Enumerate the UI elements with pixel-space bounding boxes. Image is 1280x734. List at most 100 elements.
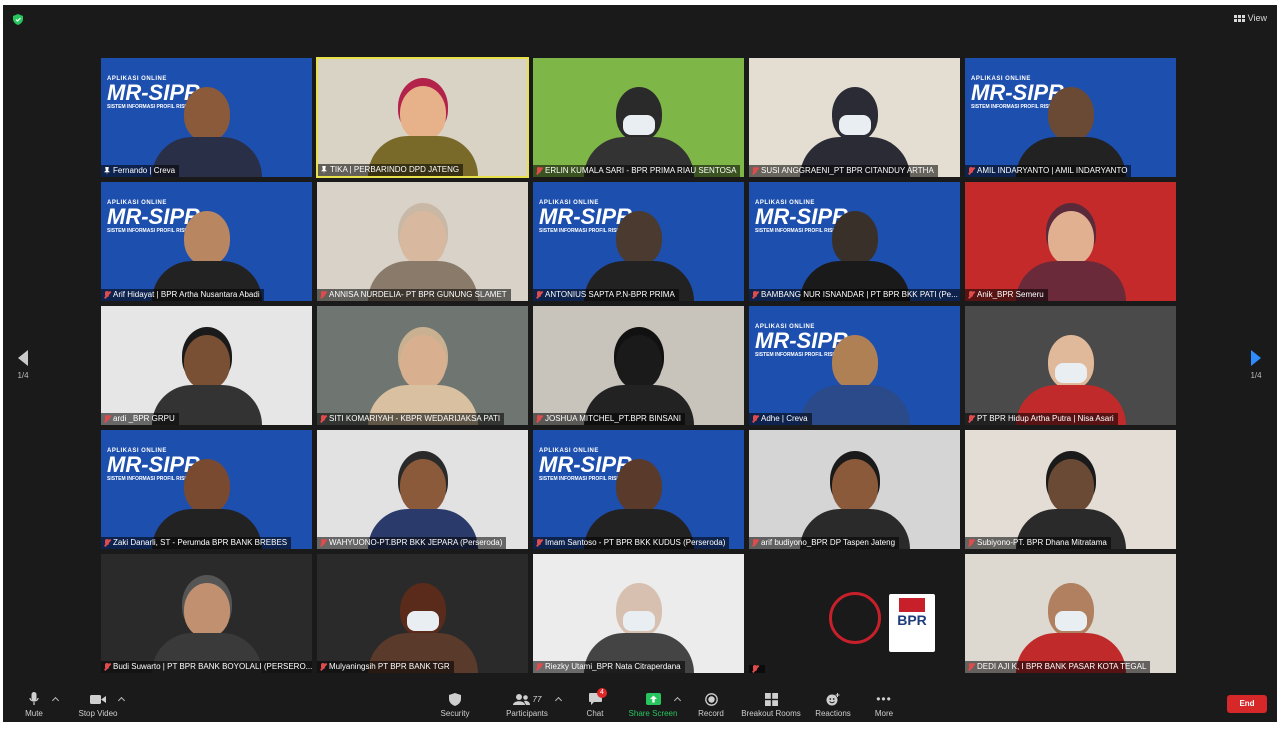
participant-video-tile[interactable]: APLIKASI ONLINE MR-SIPRo SISTEM INFORMASI … — [748, 181, 961, 302]
participant-video-tile[interactable]: APLIKASI ONLINE MR-SIPRo SISTEM INFORMASI … — [100, 429, 313, 550]
participant-video-tile[interactable]: APLIKASI ONLINE MR-SIPRo SISTEM INFORMASI … — [532, 429, 745, 550]
participant-name: JOSHUA MITCHEL_PT.BPR BINSANI — [545, 414, 682, 423]
mic-off-icon — [968, 539, 974, 547]
participant-name-label: Arif Hidayat | BPR Artha Nusantara Abadi — [101, 289, 264, 301]
participant-video-tile[interactable]: BPR — [748, 553, 961, 674]
participant-figure — [799, 211, 910, 301]
participant-name: Adhe | Creva — [761, 414, 808, 423]
participant-name-label: SITI KOMARIYAH - KBPR WEDARIJAKSA PATI — [317, 413, 505, 425]
participant-name: SITI KOMARIYAH - KBPR WEDARIJAKSA PATI — [329, 414, 501, 423]
participant-figure — [1015, 583, 1126, 673]
face-mask — [1054, 363, 1087, 383]
chat-label: Chat — [586, 709, 604, 718]
participant-name: Imam Santoso - PT BPR BKK KUDUS (Persero… — [545, 538, 726, 547]
bpr-logo-text: BPR — [897, 612, 927, 628]
end-meeting-button[interactable]: End — [1227, 695, 1267, 713]
participants-options-caret[interactable] — [554, 696, 563, 705]
chat-button[interactable]: 4 Chat — [579, 688, 611, 718]
participant-video-tile[interactable]: Anik_BPR Semeru — [964, 181, 1177, 302]
participant-video-tile[interactable]: APLIKASI ONLINE MR-SIPRo SISTEM INFORMASI … — [100, 57, 313, 178]
participant-head — [615, 459, 662, 513]
participant-name: Subiyono-PT. BPR Dhana Mitratama — [977, 538, 1107, 547]
view-label: View — [1247, 13, 1267, 23]
page-indicator-right: 1/4 — [1250, 371, 1262, 380]
participant-head — [615, 211, 662, 265]
participant-name-label: BAMBANG NUR ISNANDAR | PT BPR BKK PATI (… — [749, 289, 960, 301]
participant-name: Zaki Danarli, ST - Perumda BPR BANK BREB… — [113, 538, 288, 547]
participant-video-tile[interactable]: ANNISA NURDELIA- PT BPR GUNUNG SLAMET — [316, 181, 529, 302]
mute-label: Mute — [25, 709, 43, 718]
record-button[interactable]: Record — [693, 691, 729, 718]
participant-video-tile[interactable]: Budi Suwarto | PT BPR BANK BOYOLALI (PER… — [100, 553, 313, 674]
participant-head — [183, 583, 230, 637]
participant-name: SUSI ANGGRAENI_PT BPR CITANDUY ARTHA — [761, 166, 934, 175]
participant-video-tile[interactable]: ERLIN KUMALA SARI - BPR PRIMA RIAU SENTO… — [532, 57, 745, 178]
previous-page-button[interactable]: 1/4 — [10, 350, 36, 380]
mic-off-icon — [104, 415, 110, 423]
reactions-button[interactable]: Reactions — [811, 691, 855, 718]
next-page-button[interactable]: 1/4 — [1243, 350, 1269, 380]
more-button[interactable]: ••• More — [869, 691, 899, 718]
mic-off-icon — [752, 415, 758, 423]
participant-figure — [367, 86, 478, 176]
participant-video-tile[interactable]: APLIKASI ONLINE MR-SIPRo SISTEM INFORMASI … — [964, 57, 1177, 178]
participant-name: PT BPR Hidup Artha Putra | Nisa Asari — [977, 414, 1114, 423]
participant-video-tile[interactable]: TIKA | PERBARINDO DPD JATENG — [316, 57, 529, 178]
participant-figure — [799, 87, 910, 177]
participant-name-label: ardi _BPR GRPU — [101, 413, 179, 425]
participant-figure — [799, 459, 910, 549]
participant-name-label: SUSI ANGGRAENI_PT BPR CITANDUY ARTHA — [749, 165, 938, 177]
breakout-rooms-button[interactable]: Breakout Rooms — [739, 691, 803, 718]
participant-head — [1047, 459, 1094, 513]
participant-video-tile[interactable]: JOSHUA MITCHEL_PT.BPR BINSANI — [532, 305, 745, 426]
mute-options-caret[interactable] — [51, 696, 60, 705]
pin-icon — [321, 166, 327, 174]
participant-body — [799, 385, 910, 425]
participant-video-tile[interactable]: DEDI AJI K, I BPR BANK PASAR KOTA TEGAL — [964, 553, 1177, 674]
participant-figure — [367, 335, 478, 425]
view-button[interactable]: View — [1233, 13, 1267, 23]
face-mask — [1054, 611, 1087, 631]
mic-off-icon — [536, 291, 542, 299]
participant-name-label: Zaki Danarli, ST - Perumda BPR BANK BREB… — [101, 537, 292, 549]
participant-name-label: ERLIN KUMALA SARI - BPR PRIMA RIAU SENTO… — [533, 165, 741, 177]
participant-name: arif budiyono_BPR DP Taspen Jateng — [761, 538, 896, 547]
mute-button[interactable]: Mute — [17, 691, 51, 718]
participant-figure — [583, 459, 694, 549]
participant-video-tile[interactable]: APLIKASI ONLINE MR-SIPRo SISTEM INFORMASI … — [748, 305, 961, 426]
participant-figure — [151, 335, 262, 425]
mic-off-icon — [752, 167, 758, 175]
mic-off-icon — [752, 539, 758, 547]
participant-video-tile[interactable]: SITI KOMARIYAH - KBPR WEDARIJAKSA PATI — [316, 305, 529, 426]
participant-video-tile[interactable]: WAHYUONO-PT.BPR BKK JEPARA (Perseroda) — [316, 429, 529, 550]
participant-video-tile[interactable]: Mulyaningsih PT BPR BANK TGR — [316, 553, 529, 674]
participants-button[interactable]: 77 Participants — [499, 691, 555, 718]
perbarindo-seal-logo — [829, 592, 881, 644]
participant-video-tile[interactable]: APLIKASI ONLINE MR-SIPRo SISTEM INFORMASI … — [100, 181, 313, 302]
mic-off-icon — [320, 663, 326, 671]
participant-head — [183, 335, 230, 389]
participant-video-tile[interactable]: Subiyono-PT. BPR Dhana Mitratama — [964, 429, 1177, 550]
participant-video-tile[interactable]: arif budiyono_BPR DP Taspen Jateng — [748, 429, 961, 550]
share-screen-button[interactable]: Share Screen — [625, 691, 681, 718]
participant-video-tile[interactable]: Riezky Utami_BPR Nata Citraperdana — [532, 553, 745, 674]
mic-off-icon — [320, 539, 326, 547]
bpr-logo: BPR — [889, 594, 935, 652]
video-camera-icon — [90, 694, 106, 704]
participant-name-label: PT BPR Hidup Artha Putra | Nisa Asari — [965, 413, 1118, 425]
participant-name-label: Imam Santoso - PT BPR BKK KUDUS (Persero… — [533, 537, 730, 549]
participant-video-tile[interactable]: PT BPR Hidup Artha Putra | Nisa Asari — [964, 305, 1177, 426]
stop-video-button[interactable]: Stop Video — [73, 691, 123, 718]
participant-video-tile[interactable]: SUSI ANGGRAENI_PT BPR CITANDUY ARTHA — [748, 57, 961, 178]
participant-head — [831, 211, 878, 265]
meeting-toolbar: Mute Stop Video Security 77 Participants… — [3, 688, 1277, 722]
security-button[interactable]: Security — [435, 691, 475, 718]
participant-name-label: AMIL INDARYANTO | AMIL INDARYANTO — [965, 165, 1132, 177]
participant-video-tile[interactable]: APLIKASI ONLINE MR-SIPRo SISTEM INFORMASI … — [532, 181, 745, 302]
participant-name-label: JOSHUA MITCHEL_PT.BPR BINSANI — [533, 413, 686, 425]
participant-head — [183, 459, 230, 513]
security-shield-icon[interactable] — [13, 14, 23, 25]
participant-video-tile[interactable]: ardi _BPR GRPU — [100, 305, 313, 426]
participants-icon — [512, 693, 530, 705]
mic-off-icon — [536, 415, 542, 423]
